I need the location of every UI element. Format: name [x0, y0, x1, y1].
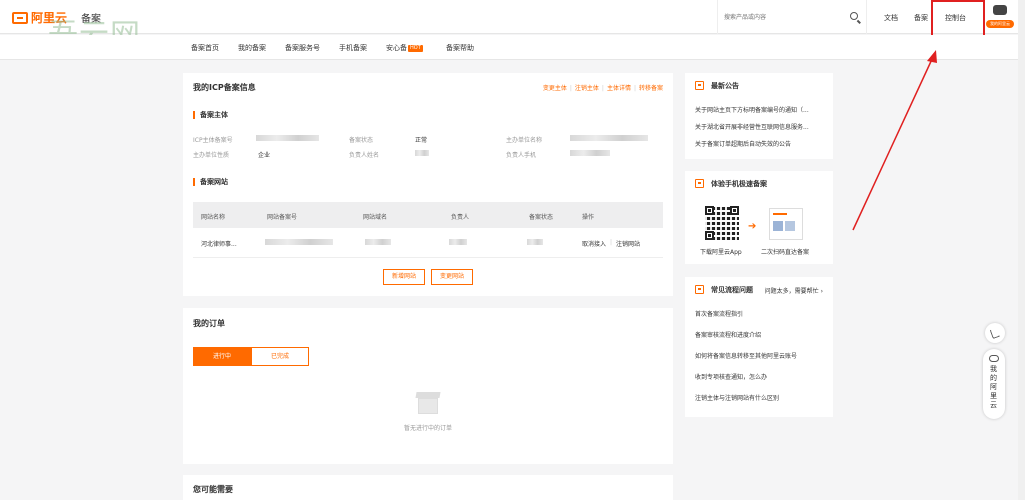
phone-icon	[989, 326, 1001, 340]
subject-detail-link[interactable]: 主体详情	[607, 85, 631, 92]
search-icon[interactable]	[850, 12, 858, 20]
search-box	[717, 0, 867, 34]
announcements-title: 最新公告	[711, 82, 739, 90]
avatar-badge: 我的阿里云	[986, 20, 1014, 28]
maybe-need-title: 您可能需要	[193, 485, 233, 494]
domain-redacted	[365, 239, 391, 245]
icp-info-card: 我的ICP备案信息 变更主体 | 注销主体 | 主体详情 | 转移备案 备案主体 ICP主体…	[183, 73, 673, 296]
subnav-my-beian[interactable]: 我的备案	[238, 43, 266, 53]
faq-title: 常见流程问题	[711, 286, 753, 294]
org-type-value: 企业	[258, 152, 271, 159]
mobile-title: 体验手机极速备案	[711, 180, 767, 188]
record-no-redacted	[256, 135, 319, 141]
scrollbar[interactable]	[1018, 0, 1025, 500]
site-record-redacted	[265, 239, 333, 245]
owner-cell-redacted	[449, 239, 467, 245]
aliyun-logo-icon	[12, 11, 28, 24]
org-name-redacted	[570, 135, 648, 141]
announcement-item[interactable]: 关于湖北省开展非经营性互联网信息服务...	[695, 122, 809, 131]
cancel-access-link[interactable]: 取消接入	[582, 239, 606, 248]
announcement-item[interactable]: 关于备案订单超期后自动失效的公告	[695, 139, 791, 148]
faq-card: 常见流程问题 问题太多，需要帮忙 › 首次备案流程指引 备案审核流程和进度介绍 …	[685, 277, 833, 417]
chat-icon	[989, 355, 999, 362]
row-divider	[193, 257, 663, 258]
avatar-image	[993, 5, 1007, 15]
org-name-label: 主办单位名称	[506, 137, 543, 144]
arrow-right-icon: ➔	[748, 221, 757, 232]
th-status: 备案状态	[529, 214, 554, 221]
new-site-button[interactable]: 新增网站	[383, 269, 425, 285]
search-input[interactable]	[724, 10, 834, 24]
owner-redacted	[415, 150, 429, 156]
subject-section-title: 备案主体	[193, 111, 228, 119]
change-subject-link[interactable]: 变更主体	[543, 85, 567, 92]
faq-item[interactable]: 注销主体与注销网站有什么区别	[695, 393, 779, 402]
contact-phone-button[interactable]	[985, 323, 1005, 343]
subnav-help[interactable]: 备案帮助	[446, 43, 474, 53]
change-site-button[interactable]: 变更网站	[431, 269, 473, 285]
tab-in-progress[interactable]: 进行中	[193, 347, 251, 366]
beian-link[interactable]: 备案	[914, 13, 928, 23]
phone-label: 负责人手机	[506, 152, 537, 159]
faq-item[interactable]: 首次备案流程指引	[695, 309, 743, 318]
subnav-anxin[interactable]: 安心备 HOT	[386, 43, 423, 53]
chevron-right-icon: ›	[820, 288, 823, 295]
maybe-need-card: 您可能需要	[183, 475, 673, 500]
aliyun-logo[interactable]: 阿里云 备案	[12, 9, 101, 26]
faq-more-link[interactable]: 问题太多，需要帮忙 ›	[765, 286, 823, 295]
hot-badge: HOT	[408, 45, 423, 52]
empty-box-icon	[414, 386, 442, 416]
icp-actions: 变更主体 | 注销主体 | 主体详情 | 转移备案	[542, 85, 663, 92]
phone-redacted	[570, 150, 610, 156]
faq-item[interactable]: 备案审核流程和进度介绍	[695, 330, 761, 339]
docs-link[interactable]: 文档	[884, 13, 898, 23]
owner-label: 负责人姓名	[349, 152, 380, 159]
th-domain: 网站域名	[363, 214, 388, 221]
cancel-subject-link[interactable]: 注销主体	[575, 85, 599, 92]
status-label: 备案状态	[349, 137, 374, 144]
th-ops: 操作	[582, 214, 595, 221]
orders-title: 我的订单	[193, 319, 225, 328]
status-cell-redacted	[527, 239, 543, 245]
tab-completed[interactable]: 已完成	[251, 347, 309, 366]
scan-caption: 二次扫码直达备案	[761, 249, 810, 256]
th-site-name: 网站名称	[201, 214, 226, 221]
site-name-cell: 河北律师事...	[201, 241, 237, 248]
announcements-card: 最新公告 关于网站主页下方标明备案编号的通知（... 关于湖北省开展非经营性互联…	[685, 73, 833, 159]
mobile-icon	[695, 179, 704, 188]
orders-card: 我的订单 进行中 已完成 暂无进行中的订单	[183, 308, 673, 464]
faq-item[interactable]: 如何将备案信息转移至其他阿里云账号	[695, 351, 797, 360]
subnav-home[interactable]: 备案首页	[191, 43, 219, 53]
th-owner: 负责人	[451, 214, 470, 221]
my-aliyun-float-button[interactable]: 我的阿里云	[983, 349, 1005, 419]
announcement-icon	[695, 81, 704, 90]
subnav-anxin-label: 安心备	[386, 44, 407, 52]
website-section-title: 备案网站	[193, 178, 228, 186]
status-value: 正常	[415, 137, 428, 144]
faq-more-label: 问题太多，需要帮忙	[764, 288, 819, 295]
transfer-beian-link[interactable]: 转移备案	[639, 85, 663, 92]
website-table-header: 网站名称 网站备案号 网站域名 负责人 备案状态 操作	[193, 202, 663, 228]
avatar[interactable]: 我的阿里云	[986, 5, 1014, 29]
announcement-item[interactable]: 关于网站主页下方标明备案编号的通知（...	[695, 105, 809, 114]
mobile-beian-card: 体验手机极速备案 ➔ 下载阿里云App 二次扫码直达备案	[685, 171, 833, 264]
empty-orders-text: 暂无进行中的订单	[403, 425, 452, 432]
icp-card-title: 我的ICP备案信息	[193, 83, 256, 92]
logo-text: 阿里云	[31, 11, 68, 25]
org-type-label: 主办单位性质	[193, 152, 230, 159]
top-header: 阿里云 备案 吾云网 文档 备案 控制台 我的阿里云	[0, 0, 1025, 53]
faq-icon	[695, 285, 704, 294]
th-site-record: 网站备案号	[267, 214, 298, 221]
subnav-service-no[interactable]: 备案服务号	[285, 43, 320, 53]
logo-subtitle: 备案	[81, 14, 102, 25]
cancel-site-link[interactable]: 注销网站	[616, 239, 640, 248]
record-no-label: ICP主体备案号	[193, 137, 233, 144]
app-qr-code	[705, 206, 739, 240]
phone-screenshot	[769, 208, 803, 240]
my-aliyun-float-label: 我的阿里云	[990, 365, 997, 409]
sub-nav: 备案首页 我的备案 备案服务号 手机备案 安心备 HOT 备案帮助	[0, 35, 1025, 60]
download-app-caption: 下载阿里云App	[700, 249, 742, 256]
subnav-mobile[interactable]: 手机备案	[339, 43, 367, 53]
faq-item[interactable]: 收到专项核查通知，怎么办	[695, 372, 767, 381]
